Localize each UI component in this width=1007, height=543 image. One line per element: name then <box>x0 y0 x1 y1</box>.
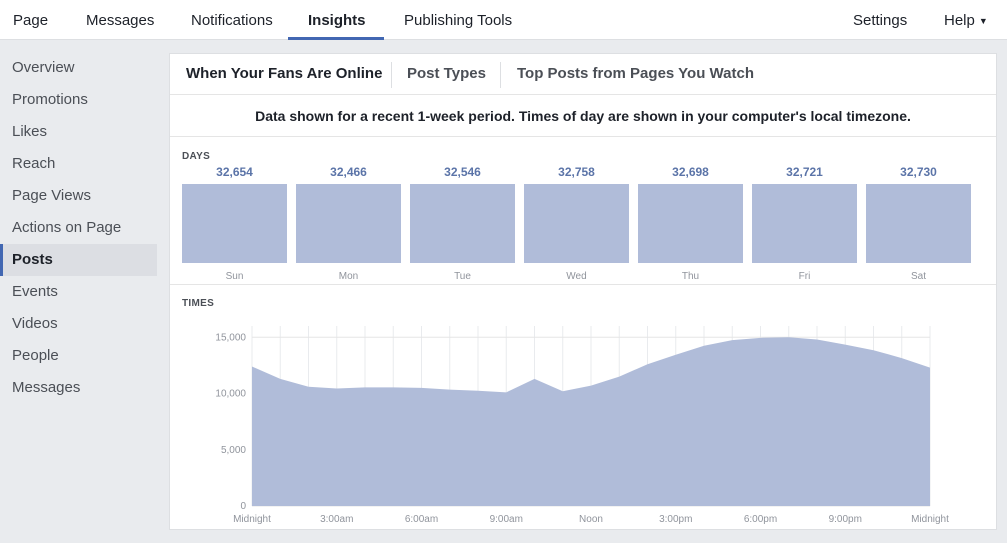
y-tick-label: 0 <box>240 501 246 512</box>
x-tick-label: 3:00am <box>320 514 353 525</box>
x-tick-label: Noon <box>579 514 603 525</box>
y-tick-label: 10,000 <box>215 389 246 400</box>
sidebar-item-reach[interactable]: Reach <box>0 148 157 180</box>
day-value-label: 32,546 <box>444 165 481 179</box>
times-chart-title: TIMES <box>182 298 215 309</box>
active-tab-underline <box>288 37 384 40</box>
day-bar <box>524 184 629 263</box>
nav-settings[interactable]: Settings <box>853 0 907 40</box>
day-category-label: Wed <box>566 271 586 282</box>
day-value-label: 32,730 <box>900 165 937 179</box>
nav-help-label: Help <box>944 12 975 29</box>
day-value-label: 32,654 <box>216 165 253 179</box>
day-value-label: 32,758 <box>558 165 595 179</box>
nav-notifications[interactable]: Notifications <box>191 0 273 40</box>
insights-tabs: When Your Fans Are Online Post Types Top… <box>170 54 996 95</box>
y-tick-label: 5,000 <box>221 445 246 456</box>
sidebar-item-page-views[interactable]: Page Views <box>0 180 157 212</box>
day-category-label: Sun <box>226 271 244 282</box>
nav-page[interactable]: Page <box>13 0 48 40</box>
day-category-label: Fri <box>799 271 811 282</box>
day-bar <box>296 184 401 263</box>
tab-separator <box>391 62 392 88</box>
top-navigation: Page Messages Notifications Insights Pub… <box>0 0 1007 40</box>
section-divider <box>170 284 996 285</box>
sidebar-item-overview[interactable]: Overview <box>0 52 157 84</box>
day-bar <box>410 184 515 263</box>
day-bar <box>182 184 287 263</box>
times-chart: 0 5,000 10,000 15,000 Midnight 3:00am 6:00am 9:… <box>215 326 949 525</box>
sidebar-item-actions-on-page[interactable]: Actions on Page <box>0 212 157 244</box>
sidebar-item-people[interactable]: People <box>0 340 157 372</box>
y-tick-label: 15,000 <box>215 332 246 343</box>
tab-post-types[interactable]: Post Types <box>407 54 486 94</box>
day-bar <box>866 184 971 263</box>
nav-publishing-tools[interactable]: Publishing Tools <box>404 0 512 40</box>
nav-help[interactable]: Help ▼ <box>944 0 988 40</box>
tab-when-fans-online[interactable]: When Your Fans Are Online <box>186 54 382 94</box>
day-value-label: 32,721 <box>786 165 823 179</box>
days-chart: 32,654 Sun 32,466 Mon 32,546 Tue 32,758 Wed 32,6… <box>182 165 971 282</box>
x-tick-label: 3:00pm <box>659 514 692 525</box>
day-category-label: Tue <box>454 271 471 282</box>
x-tick-label: 6:00pm <box>744 514 777 525</box>
day-value-label: 32,466 <box>330 165 367 179</box>
x-tick-label: Midnight <box>911 514 949 525</box>
day-category-label: Mon <box>339 271 358 282</box>
day-bar <box>752 184 857 263</box>
sidebar-item-promotions[interactable]: Promotions <box>0 84 157 116</box>
day-value-label: 32,698 <box>672 165 709 179</box>
x-tick-label: Midnight <box>233 514 271 525</box>
tab-top-posts[interactable]: Top Posts from Pages You Watch <box>517 54 754 94</box>
day-category-label: Sat <box>911 271 926 282</box>
sidebar-item-events[interactable]: Events <box>0 276 157 308</box>
insights-panel: When Your Fans Are Online Post Types Top… <box>169 53 997 530</box>
x-tick-label: 6:00am <box>405 514 438 525</box>
tab-separator <box>500 62 501 88</box>
sidebar-item-posts[interactable]: Posts <box>0 244 157 276</box>
timezone-notice: Data shown for a recent 1-week period. T… <box>170 94 996 137</box>
sidebar-item-likes[interactable]: Likes <box>0 116 157 148</box>
day-bar <box>638 184 743 263</box>
day-category-label: Thu <box>682 271 699 282</box>
sidebar-item-messages[interactable]: Messages <box>0 372 157 404</box>
sidebar: Overview Promotions Likes Reach Page Vie… <box>0 52 157 404</box>
x-tick-label: 9:00pm <box>829 514 862 525</box>
nav-messages[interactable]: Messages <box>86 0 154 40</box>
x-tick-label: 9:00am <box>490 514 523 525</box>
caret-down-icon: ▼ <box>978 16 988 26</box>
nav-insights[interactable]: Insights <box>308 0 366 40</box>
sidebar-item-videos[interactable]: Videos <box>0 308 157 340</box>
